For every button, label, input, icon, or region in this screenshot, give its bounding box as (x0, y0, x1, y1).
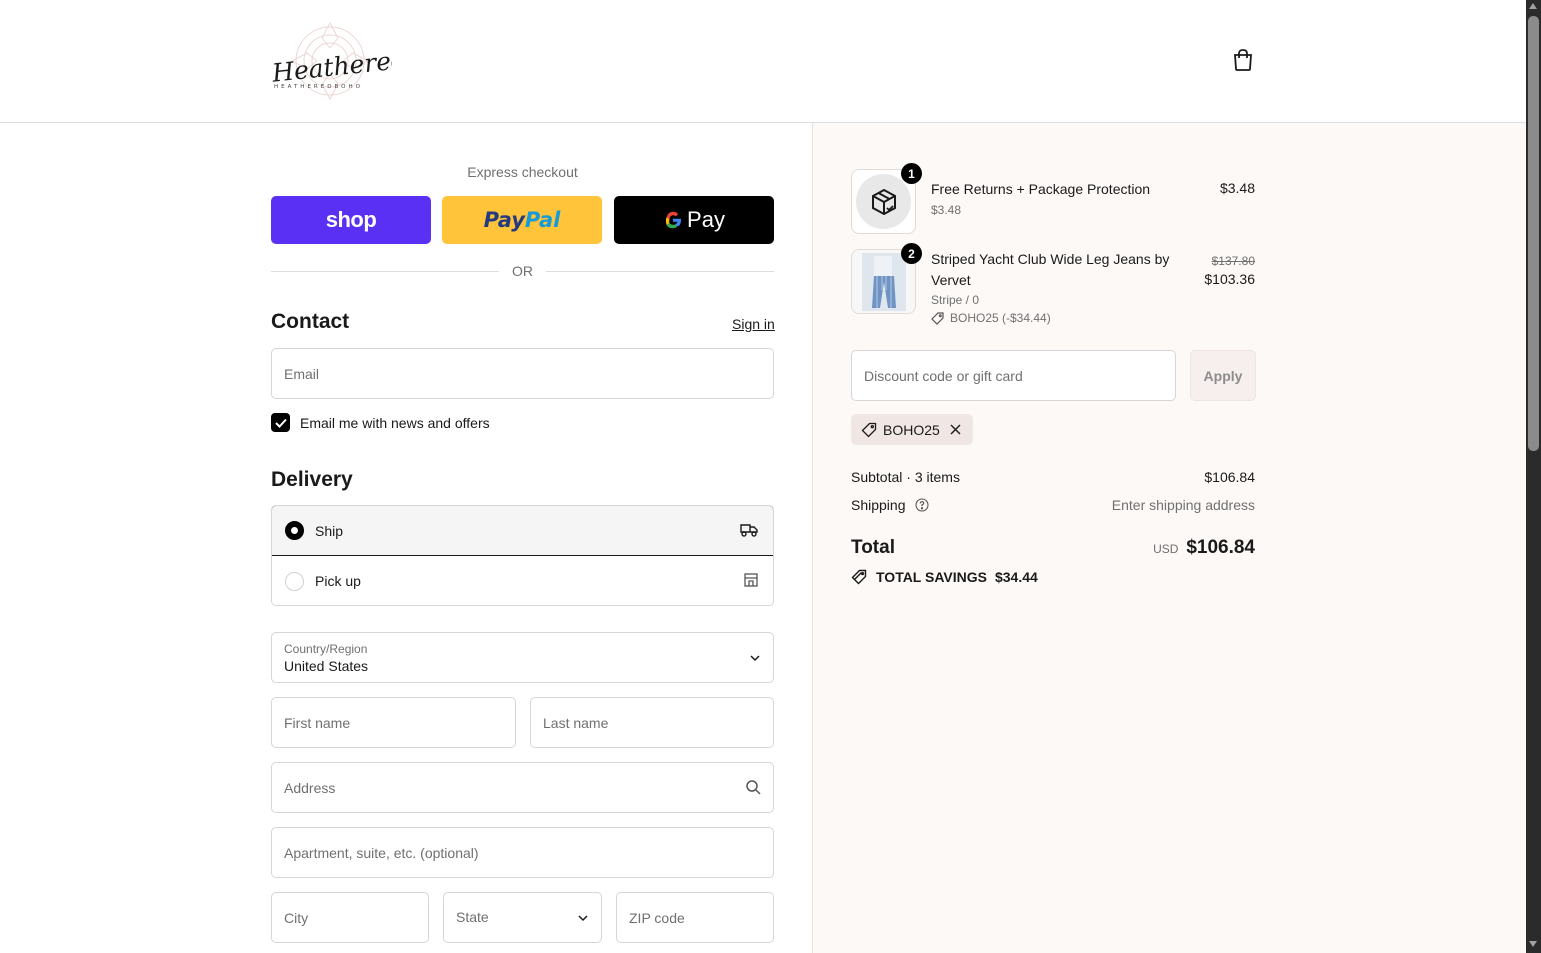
discount-code-input[interactable]: Discount code or gift card (851, 350, 1176, 401)
paypal-logo: PayPal (483, 208, 561, 232)
newsletter-label: Email me with news and offers (300, 414, 490, 431)
truck-icon (739, 521, 759, 542)
help-icon[interactable] (915, 498, 929, 512)
delivery-heading: Delivery (271, 468, 353, 491)
delivery-method-group: Ship Pick up (271, 505, 774, 606)
site-header: Heathered Boho HEATHEREDBOHO (0, 0, 1526, 123)
google-pay-button[interactable]: Pay (614, 196, 774, 244)
svg-text:Heathered Boho: Heathered Boho (270, 37, 392, 88)
order-summary: 1 Free Returns + Package Protection $3.4… (812, 123, 1526, 953)
item-price: $3.48 (1219, 180, 1255, 196)
item-subtitle: $3.48 (931, 203, 962, 217)
total-savings-row: TOTAL SAVINGS $34.44 (851, 569, 1255, 585)
chevron-down-icon (577, 911, 589, 927)
scrollbar-thumb[interactable] (1528, 16, 1539, 451)
page-scrollbar[interactable] (1526, 0, 1541, 953)
last-name-field[interactable]: Last name (530, 697, 774, 748)
shop-pay-button[interactable]: shop (271, 196, 431, 244)
remove-code-icon[interactable] (950, 424, 961, 435)
item-discount: BOHO25 (-$34.44) (931, 311, 1051, 325)
apartment-field[interactable]: Apartment, suite, etc. (optional) (271, 827, 774, 878)
tag-icon (931, 311, 944, 325)
express-checkout-label: Express checkout (467, 164, 578, 180)
newsletter-checkbox[interactable] (271, 413, 290, 432)
newsletter-row: Email me with news and offers (271, 413, 490, 432)
google-g-icon (663, 210, 683, 230)
line-item: 1 Free Returns + Package Protection $3.4… (851, 163, 1255, 235)
subtotal-row: Subtotal · 3 items $106.84 (851, 469, 1255, 485)
item-price: $103.36 (1204, 271, 1255, 287)
delivery-option-pickup[interactable]: Pick up (272, 556, 773, 605)
item-title: Free Returns + Package Protection (931, 181, 1151, 197)
country-select[interactable]: Country/Region United States (271, 632, 774, 683)
item-variant: Stripe / 0 (931, 293, 980, 307)
quantity-badge: 2 (901, 243, 922, 264)
package-protection-icon (856, 174, 911, 229)
sign-in-link[interactable]: Sign in (732, 316, 775, 332)
tag-icon (861, 422, 877, 438)
checkmark-icon (274, 415, 287, 431)
scroll-down-arrow[interactable] (1529, 941, 1537, 947)
scroll-up-arrow[interactable] (1529, 3, 1537, 9)
pickup-radio[interactable] (285, 571, 304, 591)
store-icon (743, 571, 759, 592)
contact-heading: Contact (271, 310, 350, 333)
shopping-bag-icon (1232, 48, 1254, 75)
applied-code-chip: BOHO25 (851, 414, 973, 445)
svg-text:HEATHEREDBOHO: HEATHEREDBOHO (274, 84, 363, 90)
checkout-form: Express checkout shop PayPal Pay OR Cont… (0, 123, 812, 953)
zip-field[interactable]: ZIP code (616, 892, 774, 943)
search-icon (745, 779, 761, 798)
first-name-field[interactable]: First name (271, 697, 516, 748)
item-original-price: $137.80 (1211, 254, 1255, 268)
store-logo[interactable]: Heathered Boho HEATHEREDBOHO (268, 18, 480, 104)
total-row: Total USD $106.84 (851, 537, 1255, 558)
delivery-option-ship[interactable]: Ship (272, 506, 773, 556)
city-field[interactable]: City (271, 892, 429, 943)
ship-radio[interactable] (285, 521, 304, 540)
email-field[interactable]: Email (271, 348, 774, 399)
address-field[interactable]: Address (271, 762, 774, 813)
item-title: Striped Yacht Club Wide Leg Jeans by Ver… (931, 251, 1170, 288)
apply-discount-button[interactable]: Apply (1190, 350, 1256, 401)
quantity-badge: 1 (901, 163, 922, 184)
or-divider: OR (271, 261, 774, 281)
paypal-button[interactable]: PayPal (442, 196, 602, 244)
state-select[interactable]: State (443, 892, 602, 943)
shipping-row: Shipping Enter shipping address (851, 497, 1255, 513)
chevron-down-icon (749, 651, 761, 667)
line-item: 2 Striped Yacht Club Wide Leg Jeans by V… (851, 243, 1255, 329)
cart-button[interactable] (1229, 47, 1257, 75)
savings-tag-icon (851, 569, 868, 585)
